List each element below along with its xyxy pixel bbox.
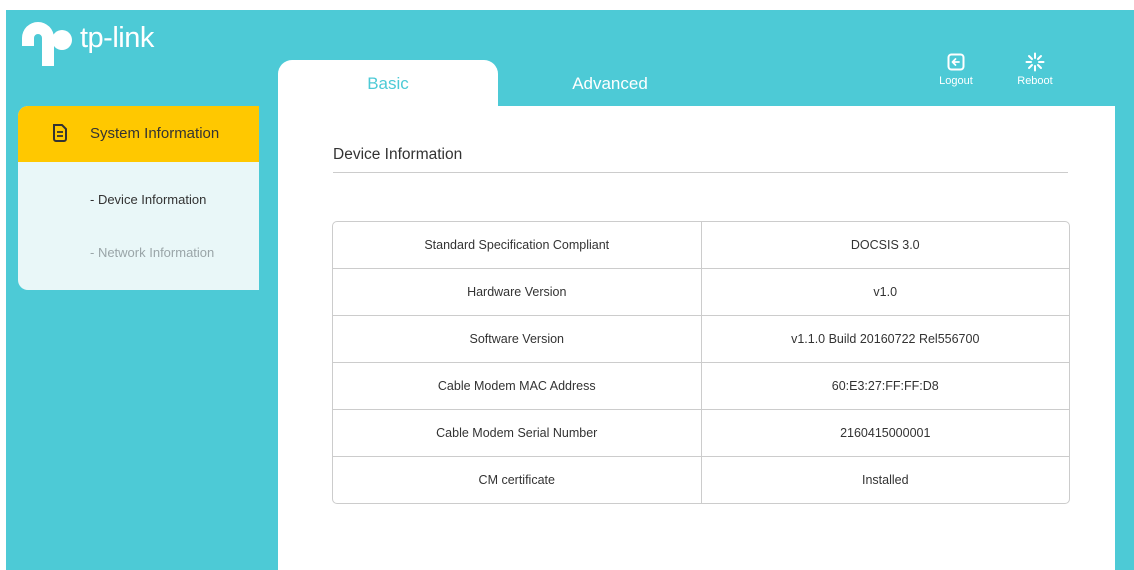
row-key: Software Version <box>333 316 702 362</box>
row-key: Cable Modem Serial Number <box>333 410 702 456</box>
section-divider <box>333 172 1068 173</box>
device-info-table: Standard Specification Compliant DOCSIS … <box>332 221 1070 504</box>
sidebar-item-device-information[interactable]: - Device Information <box>90 192 206 207</box>
row-key: CM certificate <box>333 457 702 503</box>
row-value: 2160415000001 <box>840 426 931 440</box>
sidebar-item-network-information[interactable]: - Network Information <box>90 245 214 260</box>
table-row: Cable Modem Serial Number 2160415000001 <box>333 409 1069 456</box>
brand-logo: tp-link <box>20 18 154 68</box>
row-value: 60:E3:27:FF:FF:D8 <box>831 379 939 393</box>
tab-basic[interactable]: Basic <box>278 60 498 110</box>
row-key: Standard Specification Compliant <box>333 222 702 268</box>
logout-label: Logout <box>939 75 973 87</box>
sidebar-section-label: System Information <box>90 125 220 142</box>
logout-icon <box>947 53 965 71</box>
brand-name: tp-link <box>80 21 154 54</box>
row-value: v1.1.0 Build 20160722 Rel556700 <box>791 332 980 346</box>
tp-link-logo-icon <box>22 22 72 66</box>
row-value: v1.0 <box>873 285 898 299</box>
row-key: Hardware Version <box>333 269 702 315</box>
reboot-icon <box>1025 52 1045 72</box>
document-icon <box>53 124 67 142</box>
sidebar: System Information - Device Information … <box>18 106 259 290</box>
table-row: Standard Specification Compliant DOCSIS … <box>333 222 1069 268</box>
tab-advanced[interactable]: Advanced <box>500 60 720 108</box>
logout-button[interactable]: Logout <box>931 52 981 96</box>
sidebar-section-system-information[interactable]: System Information <box>18 106 259 162</box>
reboot-label: Reboot <box>1017 75 1053 87</box>
row-key: Cable Modem MAC Address <box>333 363 702 409</box>
table-row: Hardware Version v1.0 <box>333 268 1069 315</box>
section-title: Device Information <box>333 146 463 163</box>
row-value: Installed <box>861 473 909 487</box>
table-row: Cable Modem MAC Address 60:E3:27:FF:FF:D… <box>333 362 1069 409</box>
row-value: DOCSIS 3.0 <box>850 238 920 252</box>
table-row: Software Version v1.1.0 Build 20160722 R… <box>333 315 1069 362</box>
table-row: CM certificate Installed <box>333 456 1069 503</box>
reboot-button[interactable]: Reboot <box>1010 52 1060 96</box>
main-content: Device Information Standard Specificatio… <box>278 106 1115 570</box>
